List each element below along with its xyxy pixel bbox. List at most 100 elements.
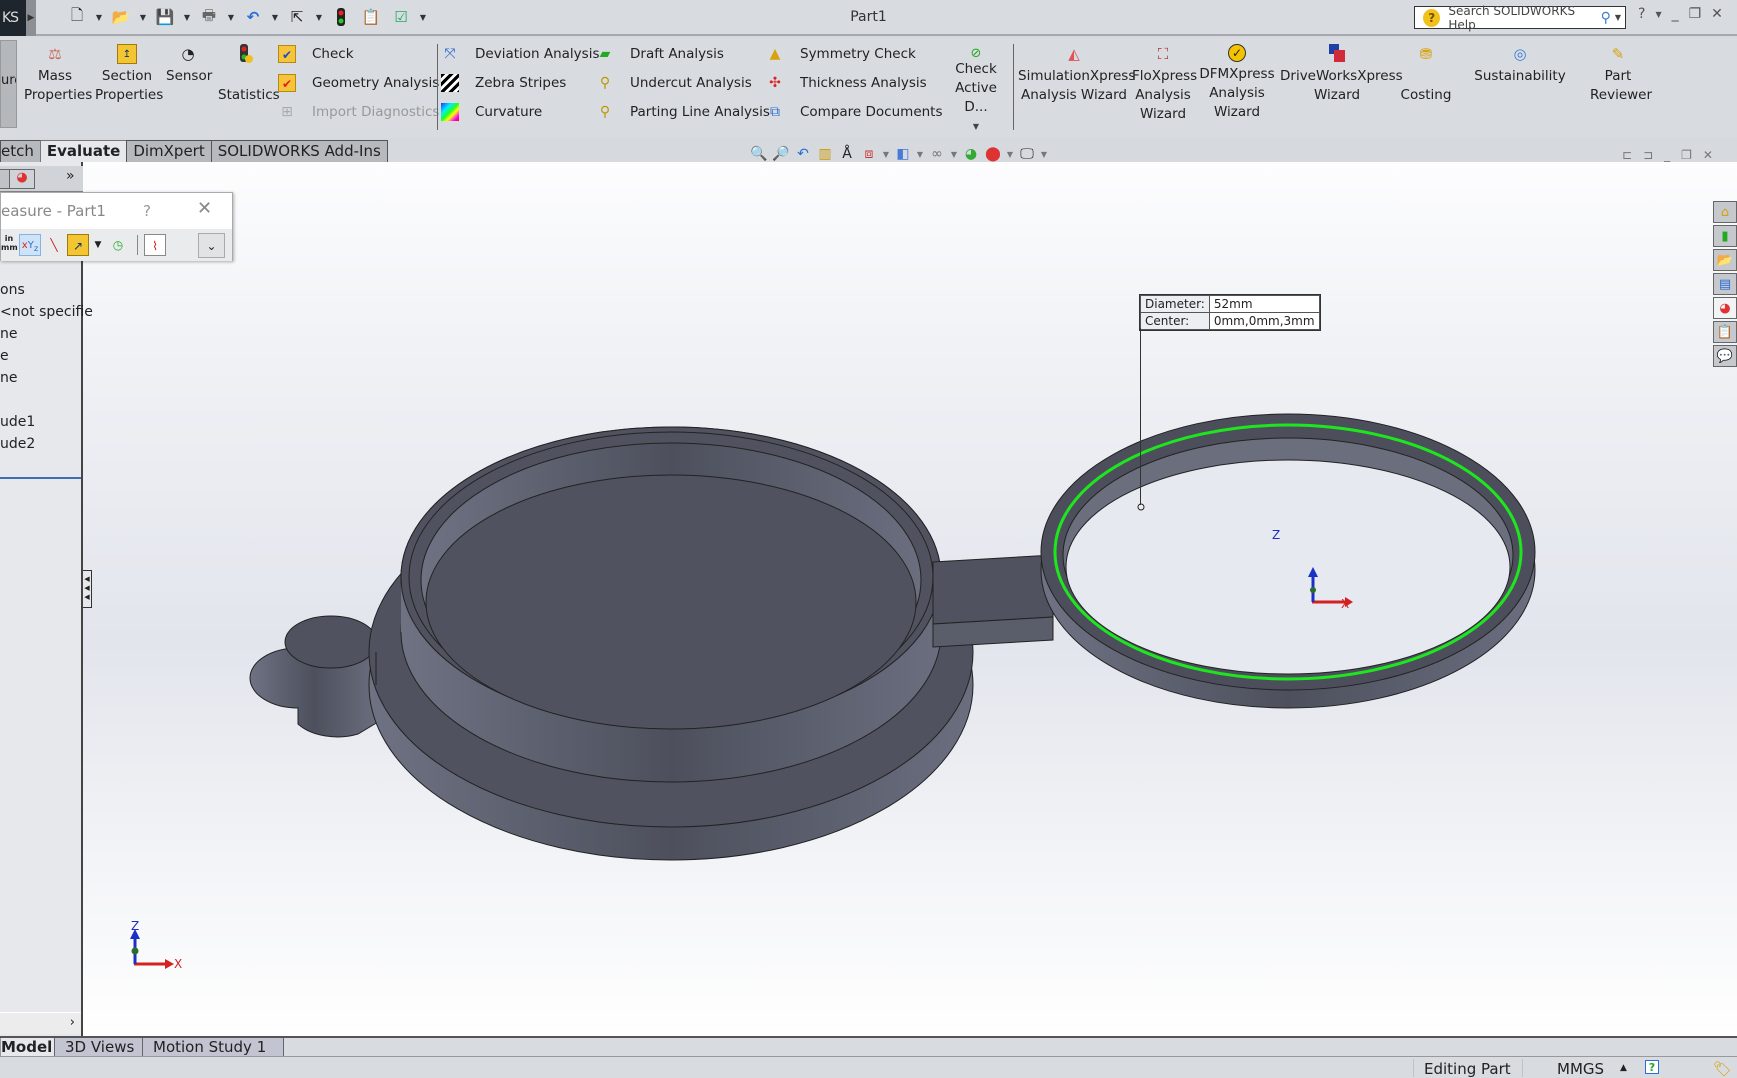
display-style-dropdown[interactable]: ▼ xyxy=(916,150,924,159)
scroll-right-icon[interactable]: › xyxy=(70,1015,75,1030)
units-precision-button[interactable]: in mm xyxy=(1,234,18,256)
measure-help-button[interactable]: ? xyxy=(143,202,151,220)
hide-show-dropdown[interactable]: ▼ xyxy=(950,150,958,159)
view-settings-dropdown[interactable]: ▼ xyxy=(1040,150,1048,159)
dfmxpress-button[interactable]: ✓ DFMXpress Analysis Wizard xyxy=(1198,44,1276,122)
check-active-dropdown[interactable]: ▼ xyxy=(944,117,1008,136)
view-orientation-dropdown[interactable]: ▼ xyxy=(882,150,890,159)
sustainability-button[interactable]: ◎ Sustainability xyxy=(1472,44,1568,86)
edit-appearance-icon[interactable]: ◕ xyxy=(962,146,980,162)
costing-button[interactable]: ⛃ Costing xyxy=(1398,44,1454,105)
import-diagnostics-button[interactable]: ⊞ Import Diagnostics xyxy=(278,102,439,122)
doc-restore-icon[interactable]: ❐ xyxy=(1681,148,1692,162)
scene-dropdown[interactable]: ▼ xyxy=(1006,150,1014,159)
undercut-analysis-button[interactable]: ⚲ Undercut Analysis xyxy=(596,73,752,93)
projection-icon[interactable]: ↗ xyxy=(67,234,89,256)
previous-view-icon[interactable]: ↶ xyxy=(794,146,812,162)
dynamic-annotation-icon[interactable]: Å xyxy=(838,146,856,162)
help-menu-icon[interactable]: ? xyxy=(1638,6,1645,24)
tile-right-icon[interactable]: ⊐ xyxy=(1643,148,1653,162)
parting-line-analysis-button[interactable]: ⚲ Parting Line Analysis xyxy=(596,102,770,122)
section-properties-button[interactable]: ↥ Section Properties xyxy=(95,44,163,105)
parting-line-icon: ⚲ xyxy=(599,104,611,120)
display-style-icon[interactable]: ◧ xyxy=(894,146,912,162)
tree-item-plane[interactable]: e xyxy=(0,348,9,364)
graphics-area[interactable]: Z X Z X xyxy=(83,162,1737,1036)
unit-system-dropdown[interactable]: ▲ xyxy=(1620,1063,1627,1073)
tree-item-extrude2[interactable]: ude2 xyxy=(0,436,35,452)
help-search-box[interactable]: ? Search SOLIDWORKS Help ⚲ ▼ xyxy=(1414,4,1626,32)
ribbon-separator xyxy=(437,44,438,130)
expand-tabs-icon[interactable]: » xyxy=(66,168,75,184)
design-library-icon[interactable]: ▮ xyxy=(1713,225,1737,247)
section-icon: ↥ xyxy=(117,44,137,64)
apply-scene-icon[interactable]: ⬤ xyxy=(984,146,1002,162)
tree-item-material[interactable]: <not specifie xyxy=(0,304,93,320)
tab-evaluate[interactable]: Evaluate xyxy=(39,140,128,164)
measure-history-icon[interactable]: ◷ xyxy=(107,234,129,256)
floxpress-button[interactable]: ⛶ FloXpress Analysis Wizard xyxy=(1132,44,1197,124)
search-input[interactable]: Search SOLIDWORKS Help xyxy=(1448,4,1600,32)
restore-icon[interactable]: ❐ xyxy=(1689,6,1702,24)
custom-properties-icon[interactable]: 📋 xyxy=(1713,321,1737,343)
zoom-to-fit-icon[interactable]: 🔍 xyxy=(750,146,768,162)
ribbon-button-cut[interactable]: ure xyxy=(0,40,17,128)
sensor-button[interactable]: ◔ Sensor xyxy=(166,44,212,86)
tile-left-icon[interactable]: ⊏ xyxy=(1622,148,1632,162)
check-button[interactable]: ✔ Check xyxy=(278,44,354,64)
simulationxpress-button[interactable]: ◭ SimulationXpress Analysis Wizard xyxy=(1018,44,1135,105)
create-sensor-icon[interactable]: ⌇ xyxy=(144,234,166,256)
panel-collapse-handle[interactable]: ◀ ◀ ◀ xyxy=(83,570,92,608)
tree-item-plane[interactable]: ne xyxy=(0,326,18,342)
zebra-stripes-button[interactable]: Zebra Stripes xyxy=(441,73,566,93)
curvature-button[interactable]: Curvature xyxy=(441,102,542,122)
driveworksxpress-button[interactable]: DriveWorksXpress Wizard xyxy=(1280,44,1403,105)
tab-sketch[interactable]: etch xyxy=(0,140,41,162)
tree-item[interactable]: ons xyxy=(0,282,25,298)
tab-solidworks-add-ins[interactable]: SOLIDWORKS Add-Ins xyxy=(210,140,388,162)
section-view-icon[interactable]: ▥ xyxy=(816,146,834,162)
deviation-analysis-button[interactable]: ⤧ Deviation Analysis xyxy=(441,44,599,64)
thickness-analysis-button[interactable]: ✣ Thickness Analysis xyxy=(766,73,927,93)
geometry-analysis-button[interactable]: ✔ Geometry Analysis xyxy=(278,73,439,93)
statistics-button[interactable]: Statistics xyxy=(218,44,280,105)
display-manager-icon[interactable]: ◕ xyxy=(9,169,35,189)
tree-item-extrude1[interactable]: ude1 xyxy=(0,414,35,430)
search-icon[interactable]: ⚲ xyxy=(1601,10,1611,26)
symmetry-check-button[interactable]: ▲ Symmetry Check xyxy=(766,44,916,64)
solidworks-resources-icon[interactable]: ⌂ xyxy=(1713,201,1737,223)
close-icon[interactable]: ✕ xyxy=(1711,6,1723,24)
search-dropdown[interactable]: ▼ xyxy=(1615,13,1621,22)
tab-dimxpert[interactable]: DimXpert xyxy=(126,140,212,162)
part-reviewer-button[interactable]: ✎ Part Reviewer xyxy=(1590,44,1652,105)
minimize-icon[interactable]: _ xyxy=(1672,6,1679,24)
hide-show-items-icon[interactable]: ∞ xyxy=(928,146,946,162)
appearances-icon[interactable]: ◕ xyxy=(1713,297,1737,319)
point-to-point-icon[interactable]: ╲ xyxy=(43,234,65,256)
draft-analysis-button[interactable]: ▰ Draft Analysis xyxy=(596,44,724,64)
projection-dropdown[interactable]: ▼ xyxy=(91,234,105,256)
unit-system[interactable]: MMGS xyxy=(1557,1060,1604,1078)
measure-close-button[interactable]: ✕ xyxy=(197,198,212,219)
xyz-measure-icon[interactable]: xYz xyxy=(19,234,41,256)
zoom-to-area-icon[interactable]: 🔎 xyxy=(772,146,790,162)
view-palette-icon[interactable]: ▤ xyxy=(1713,273,1737,295)
view-orientation-icon[interactable]: ⧈ xyxy=(860,146,878,162)
tag-icon[interactable]: 🏷 xyxy=(1713,1060,1732,1078)
tree-item-plane[interactable]: ne xyxy=(0,370,18,386)
rollback-bar[interactable] xyxy=(0,477,81,479)
doc-minimize-icon[interactable]: _ xyxy=(1664,148,1670,162)
quick-tips-icon[interactable]: ? xyxy=(1645,1060,1659,1074)
forum-icon[interactable]: 💬 xyxy=(1713,345,1737,367)
help-menu-dropdown[interactable]: ▼ xyxy=(1655,6,1661,24)
compare-documents-button[interactable]: ⧉ Compare Documents xyxy=(766,102,943,122)
tab-motion-study-1[interactable]: Motion Study 1 xyxy=(142,1038,284,1058)
file-explorer-icon[interactable]: 📂 xyxy=(1713,249,1737,271)
view-settings-icon[interactable]: 🖵 xyxy=(1018,146,1036,162)
expand-results-button[interactable]: ⌄ xyxy=(198,233,225,258)
check-active-document-button[interactable]: ⊘ Check Active D... ▼ xyxy=(944,44,1008,136)
mass-properties-button[interactable]: ⚖ Mass Properties xyxy=(24,44,92,105)
tab-3d-views[interactable]: 3D Views xyxy=(54,1038,146,1058)
doc-close-icon[interactable]: ✕ xyxy=(1703,148,1713,162)
horizontal-scrollbar[interactable]: › xyxy=(0,1012,81,1034)
